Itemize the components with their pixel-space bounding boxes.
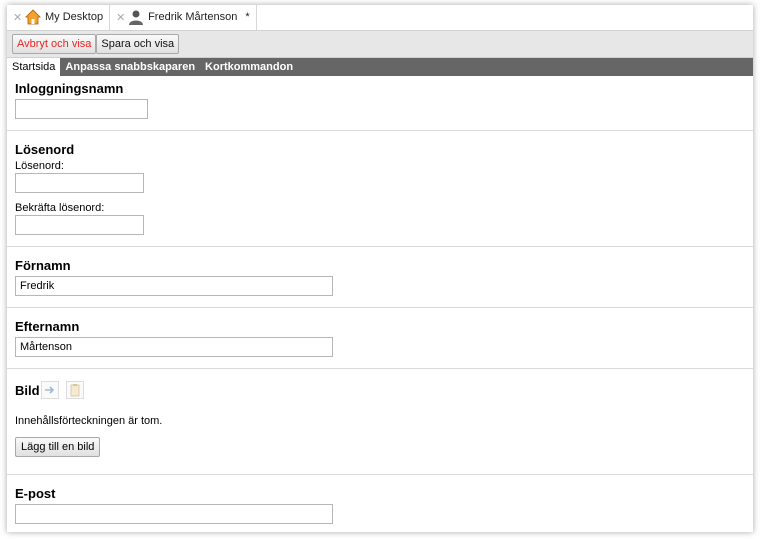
confirm-password-label: Bekräfta lösenord: bbox=[15, 202, 105, 214]
confirm-password-input[interactable] bbox=[15, 215, 144, 235]
lastname-input[interactable] bbox=[15, 337, 333, 357]
toolbar: Avbryt och visa Spara och visa bbox=[7, 31, 753, 58]
close-icon[interactable]: ✕ bbox=[116, 11, 125, 24]
add-image-button[interactable]: Lägg till en bild bbox=[15, 437, 101, 457]
password-section: Lösenord Lösenord: Bekräfta lösenord: bbox=[7, 131, 753, 247]
tab-anpassa-snabbskaparen[interactable]: Anpassa snabbskaparen bbox=[60, 58, 200, 76]
tab-my-desktop[interactable]: ✕ My Desktop bbox=[7, 5, 111, 30]
save-and-view-button[interactable]: Spara och visa bbox=[96, 34, 180, 54]
firstname-section: Förnamn bbox=[7, 247, 753, 308]
lastname-section: Efternamn bbox=[7, 308, 753, 369]
image-section: Bild Innehållsförteckningen är tom. Lägg… bbox=[7, 369, 753, 475]
form-content: Inloggningsnamn Lösenord Lösenord: Bekrä… bbox=[7, 76, 753, 532]
password-heading: Lösenord bbox=[15, 142, 75, 157]
password-label: Lösenord: bbox=[15, 160, 64, 172]
empty-content-text: Innehållsförteckningen är tom. bbox=[15, 415, 163, 427]
firstname-input[interactable] bbox=[15, 276, 333, 296]
clipboard-button[interactable] bbox=[65, 381, 84, 399]
section-tabs: Startsida Anpassa snabbskaparen Kortkomm… bbox=[7, 58, 753, 76]
tab-kortkommandon[interactable]: Kortkommandon bbox=[200, 58, 298, 76]
tab-label: Fredrik Mårtenson bbox=[148, 11, 238, 23]
close-icon[interactable]: ✕ bbox=[13, 11, 22, 24]
cancel-and-view-button[interactable]: Avbryt och visa bbox=[12, 34, 97, 54]
email-section: E-post bbox=[7, 475, 753, 532]
password-input[interactable] bbox=[15, 173, 144, 193]
image-heading: Bild bbox=[15, 382, 40, 398]
email-input[interactable] bbox=[15, 504, 333, 524]
arrow-insert-icon bbox=[44, 386, 54, 394]
firstname-heading: Förnamn bbox=[15, 258, 71, 273]
tab-user-profile[interactable]: ✕ Fredrik Mårtenson * bbox=[110, 5, 257, 30]
clipboard-icon bbox=[70, 384, 79, 397]
modified-indicator: * bbox=[245, 11, 250, 23]
home-icon bbox=[25, 9, 41, 25]
email-heading: E-post bbox=[15, 486, 56, 501]
login-section: Inloggningsnamn bbox=[7, 76, 753, 131]
tab-bar: ✕ My Desktop ✕ Fredrik Mårtenson * bbox=[7, 5, 753, 31]
tab-startsida[interactable]: Startsida bbox=[7, 58, 61, 76]
tab-label: My Desktop bbox=[45, 11, 104, 23]
login-input[interactable] bbox=[15, 99, 148, 119]
login-heading: Inloggningsnamn bbox=[15, 81, 124, 96]
editor-window: ✕ My Desktop ✕ Fredrik Mårtenson * Avbry… bbox=[7, 5, 753, 532]
user-icon bbox=[128, 9, 144, 25]
lastname-heading: Efternamn bbox=[15, 319, 80, 334]
insert-image-button[interactable] bbox=[40, 381, 59, 399]
